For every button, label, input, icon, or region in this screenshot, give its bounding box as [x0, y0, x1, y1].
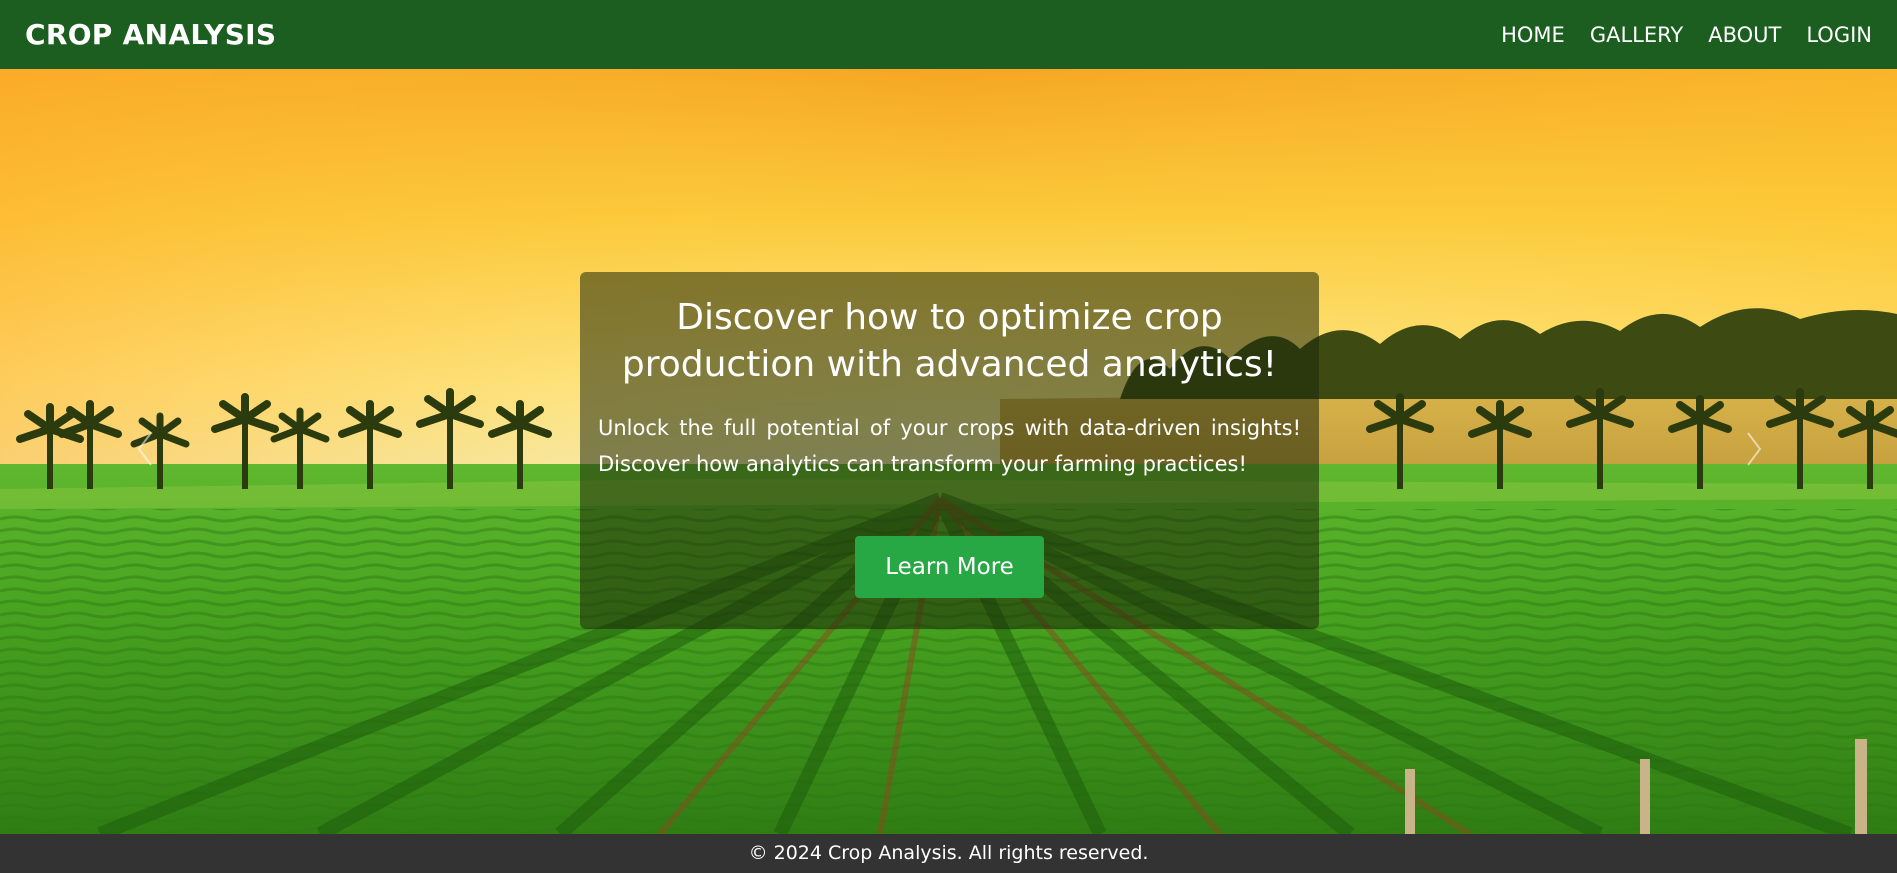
nav-link-home[interactable]: HOME — [1501, 23, 1565, 47]
footer: © 2024 Crop Analysis. All rights reserve… — [0, 834, 1897, 873]
hero-body-text: Unlock the full potential of your crops … — [598, 416, 1301, 476]
hero-carousel: Discover how to optimize crop production… — [0, 69, 1897, 834]
learn-more-button[interactable]: Learn More — [855, 536, 1044, 598]
carousel-next-chevron-icon[interactable] — [1742, 429, 1766, 469]
hero-heading: Discover how to optimize crop production… — [621, 297, 1278, 385]
nav-links: HOME GALLERY ABOUT LOGIN — [1501, 23, 1872, 47]
carousel-prev-chevron-icon[interactable] — [133, 429, 157, 469]
footer-copyright-text: © 2024 Crop Analysis. All rights reserve… — [748, 842, 1149, 864]
navbar: CROP ANALYSIS HOME GALLERY ABOUT LOGIN — [0, 0, 1897, 69]
hero-caption-panel: Discover how to optimize crop production… — [580, 272, 1319, 629]
nav-link-login[interactable]: LOGIN — [1806, 23, 1872, 47]
nav-link-gallery[interactable]: GALLERY — [1590, 23, 1683, 47]
brand-logo-text[interactable]: CROP ANALYSIS — [25, 18, 276, 51]
nav-link-about[interactable]: ABOUT — [1708, 23, 1781, 47]
